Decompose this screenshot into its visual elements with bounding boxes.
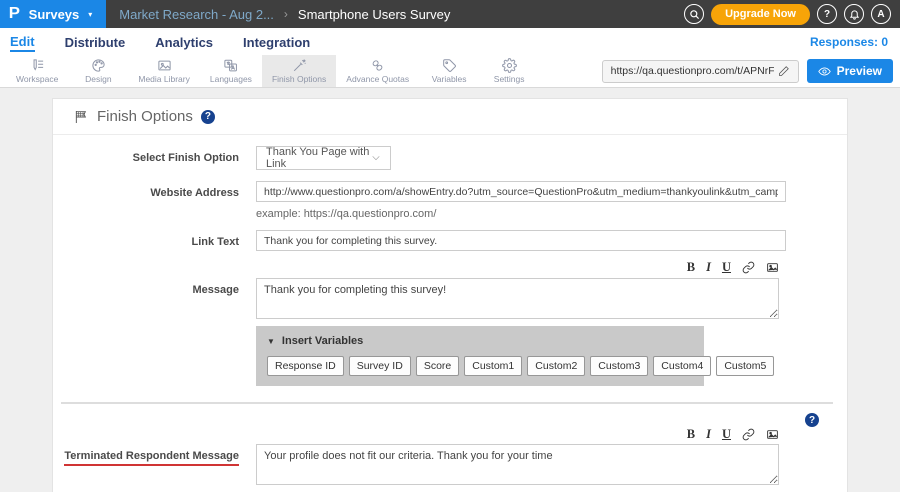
finish-options-card: Finish Options ? Select Finish Option Th… [52, 98, 848, 492]
variable-button-survey-id[interactable]: Survey ID [349, 356, 411, 376]
underline-button[interactable]: U [722, 427, 731, 442]
preview-button[interactable]: Preview [807, 59, 893, 83]
website-address-label: Website Address [53, 181, 239, 199]
link-text-label: Link Text [53, 230, 239, 248]
variables-icon [442, 58, 457, 73]
notifications-button[interactable] [844, 4, 864, 24]
nav-tab-edit[interactable]: Edit [10, 32, 35, 52]
message-label: Message [53, 278, 239, 296]
advance-quotas-icon [370, 58, 385, 73]
terminated-help-icon[interactable]: ? [805, 413, 819, 427]
website-address-row: Website Address example: https://qa.ques… [53, 181, 847, 220]
product-name: Surveys [29, 7, 80, 22]
toolbar-item-workspace[interactable]: Workspace [6, 55, 68, 87]
toolbar-right: https://qa.questionpro.com/t/APNrFZgQ Pr… [602, 55, 900, 87]
website-address-input[interactable] [256, 181, 786, 202]
terminated-format-toolbar: B I U [53, 427, 779, 442]
select-finish-option-label: Select Finish Option [53, 146, 239, 164]
edit-url-icon[interactable] [778, 65, 790, 77]
terminated-message-label: Terminated Respondent Message [53, 444, 239, 466]
terminated-message-textarea[interactable]: Your profile does not fit our criteria. … [256, 444, 779, 485]
toolbar-item-advance-quotas[interactable]: Advance Quotas [336, 55, 419, 87]
breadcrumb-survey-title: Smartphone Users Survey [298, 7, 450, 22]
breadcrumb: Market Research - Aug 2... › Smartphone … [119, 7, 450, 22]
finish-option-select[interactable]: Thank You Page with Link [256, 146, 391, 170]
finish-options-icon [292, 58, 307, 73]
workspace-icon [30, 58, 45, 73]
variable-buttons: Response ID Survey ID Score Custom1 Cust… [267, 356, 693, 376]
survey-url-box[interactable]: https://qa.questionpro.com/t/APNrFZgQ [602, 60, 799, 83]
terminated-help-row: ? [53, 404, 847, 427]
toolbar-item-settings[interactable]: Settings [479, 55, 539, 87]
terminated-message-row: Terminated Respondent Message Your profi… [53, 444, 847, 490]
breadcrumb-separator-icon: › [284, 7, 288, 21]
italic-button[interactable]: I [706, 260, 711, 275]
nav-tab-distribute[interactable]: Distribute [65, 33, 126, 50]
search-button[interactable] [684, 4, 704, 24]
link-text-input[interactable] [256, 230, 786, 251]
main-nav: Edit Distribute Analytics Integration Re… [0, 28, 900, 55]
toolbar-item-variables[interactable]: Variables [419, 55, 479, 87]
variable-button-custom3[interactable]: Custom3 [590, 356, 648, 376]
flag-icon [73, 109, 89, 125]
message-textarea[interactable]: Thank you for completing this survey! [256, 278, 779, 319]
languages-icon [223, 58, 238, 73]
message-format-toolbar: B I U [53, 260, 779, 275]
nav-tab-analytics[interactable]: Analytics [155, 33, 213, 50]
bold-button[interactable]: B [687, 260, 695, 275]
variable-button-custom5[interactable]: Custom5 [716, 356, 774, 376]
edit-toolbar: Workspace Design Media Library Languages… [0, 55, 900, 88]
variable-button-custom2[interactable]: Custom2 [527, 356, 585, 376]
underline-button[interactable]: U [722, 260, 731, 275]
insert-variables-header[interactable]: ▼ Insert Variables [267, 335, 693, 347]
card-header: Finish Options ? [53, 99, 847, 135]
link-text-row: Link Text [53, 230, 847, 251]
variable-button-custom4[interactable]: Custom4 [653, 356, 711, 376]
message-row: Message Thank you for completing this su… [53, 278, 847, 324]
breadcrumb-folder[interactable]: Market Research - Aug 2... [119, 7, 274, 22]
toolbar-item-design[interactable]: Design [68, 55, 128, 87]
bell-icon [849, 9, 860, 20]
insert-variables-panel: ▼ Insert Variables Response ID Survey ID… [256, 326, 704, 386]
variable-button-custom1[interactable]: Custom1 [464, 356, 522, 376]
variable-button-score[interactable]: Score [416, 356, 459, 376]
website-address-example: example: https://qa.questionpro.com/ [256, 208, 786, 220]
toolbar-item-languages[interactable]: Languages [200, 55, 262, 87]
image-icon[interactable] [766, 261, 779, 274]
caret-down-icon: ▼ [267, 337, 275, 346]
design-icon [91, 58, 106, 73]
top-bar: P Surveys ▾ Market Research - Aug 2... ›… [0, 0, 900, 28]
upgrade-now-button[interactable]: Upgrade Now [711, 4, 810, 25]
toolbar-item-media-library[interactable]: Media Library [128, 55, 200, 87]
page-title: Finish Options [97, 108, 193, 125]
topbar-actions: Upgrade Now ? A [684, 4, 900, 25]
survey-url: https://qa.questionpro.com/t/APNrFZgQ [611, 65, 774, 77]
nav-tab-integration[interactable]: Integration [243, 33, 310, 50]
media-library-icon [157, 58, 172, 73]
surveys-menu[interactable]: P Surveys ▾ [0, 0, 106, 28]
chevron-down-icon [371, 152, 381, 164]
link-icon[interactable] [742, 261, 755, 274]
help-button[interactable]: ? [817, 4, 837, 24]
responses-count[interactable]: Responses: 0 [810, 35, 900, 49]
toolbar-item-finish-options[interactable]: Finish Options [262, 55, 336, 87]
finish-options-help-icon[interactable]: ? [201, 110, 215, 124]
image-icon[interactable] [766, 428, 779, 441]
variable-button-response-id[interactable]: Response ID [267, 356, 344, 376]
bold-button[interactable]: B [687, 427, 695, 442]
italic-button[interactable]: I [706, 427, 711, 442]
caret-down-icon: ▾ [88, 10, 92, 19]
select-finish-option-row: Select Finish Option Thank You Page with… [53, 146, 847, 170]
link-icon[interactable] [742, 428, 755, 441]
settings-icon [502, 58, 517, 73]
search-icon [689, 9, 700, 20]
eye-icon [818, 65, 831, 78]
questionpro-logo: P [9, 5, 20, 23]
avatar[interactable]: A [871, 4, 891, 24]
content-area: Finish Options ? Select Finish Option Th… [0, 88, 900, 492]
